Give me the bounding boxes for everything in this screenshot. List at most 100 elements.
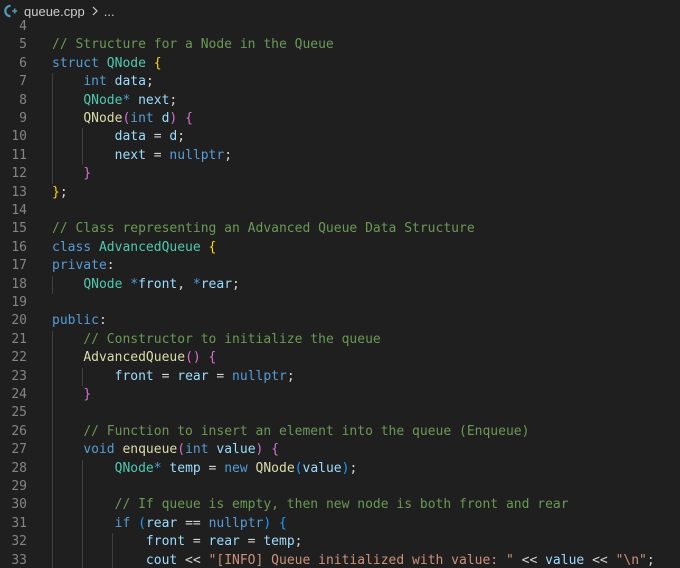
code-token: AdvancedQueue [83, 350, 186, 366]
code-text[interactable]: struct QNode { [52, 55, 162, 73]
code-line[interactable]: 17 private: [0, 257, 680, 275]
indent-guide [52, 110, 53, 129]
code-line[interactable]: 9 QNode(int d) { [0, 110, 680, 128]
breadcrumb-ellipsis[interactable]: ... [104, 4, 115, 19]
code-line[interactable]: 7 int data; [0, 73, 680, 91]
code-line[interactable]: 29 [0, 478, 680, 496]
code-line[interactable]: 30 // If queue is empty, then new node i… [0, 496, 680, 514]
code-line[interactable]: 33 cout << "[INFO] Queue initialized wit… [0, 552, 680, 568]
indent-guide [52, 275, 53, 294]
code-line[interactable]: 11 next = nullptr; [0, 147, 680, 165]
code-text[interactable]: front = rear = temp; [52, 533, 303, 551]
code-line[interactable]: 16 class AdvancedQueue { [0, 239, 680, 257]
code-line[interactable]: 23 front = rear = nullptr; [0, 368, 680, 386]
line-number: 25 [11, 405, 27, 421]
code-text[interactable]: next = nullptr; [52, 147, 232, 165]
code-text[interactable]: QNode* next; [52, 92, 177, 110]
code-line[interactable]: 25 [0, 404, 680, 422]
code-line[interactable]: 24 } [0, 386, 680, 404]
code-line[interactable]: 8 QNode* next; [0, 92, 680, 110]
code-token: * [153, 460, 162, 476]
indent-guide [81, 146, 83, 166]
code-line[interactable]: 4 [0, 18, 680, 36]
code-token: QNode [83, 111, 123, 126]
code-editor[interactable]: 4 5 // Structure for a Node in the Queue 6 s… [0, 18, 680, 568]
code-line[interactable]: 19 [0, 294, 680, 312]
code-text[interactable]: void enqueue(int value) { [52, 441, 279, 459]
code-token: "\n" [615, 552, 647, 568]
code-text[interactable]: class AdvancedQueue { [52, 239, 216, 257]
code-token: == [177, 515, 209, 531]
code-token: front [138, 276, 178, 292]
code-line[interactable]: 32 front = rear = temp; [0, 533, 680, 551]
code-line[interactable]: 20 public: [0, 312, 680, 330]
line-number: 28 [11, 460, 27, 476]
indent-guide [52, 422, 53, 442]
code-text[interactable]: // If queue is empty, then new node is b… [52, 496, 569, 514]
code-line[interactable]: 14 [0, 202, 680, 220]
code-token: = [185, 534, 209, 550]
code-token: AdvancedQueue [98, 239, 201, 255]
line-number: 23 [11, 368, 27, 384]
code-line[interactable]: 26 // Function to insert an element into… [0, 423, 680, 441]
code-text[interactable]: QNode *front, *rear; [52, 276, 240, 294]
code-line[interactable]: 5 // Structure for a Node in the Queue [0, 36, 680, 54]
indent-guide [81, 551, 83, 568]
code-line[interactable]: 21 // Constructor to initialize the queu… [0, 331, 680, 349]
code-token: ; [232, 276, 240, 292]
code-text[interactable]: public: [52, 312, 107, 330]
code-line[interactable]: 31 if (rear == nullptr) { [0, 515, 680, 533]
line-number: 13 [11, 184, 27, 200]
code-text[interactable]: // Structure for a Node in the Queue [52, 36, 334, 54]
code-text[interactable]: int data; [52, 73, 153, 91]
code-token: value [545, 552, 585, 568]
indent-guide [81, 128, 83, 147]
code-text[interactable]: if (rear == nullptr) { [52, 515, 287, 533]
indent-guide [81, 496, 83, 515]
code-line[interactable]: 28 QNode* temp = new QNode(value); [0, 460, 680, 478]
code-text[interactable]: QNode* temp = new QNode(value); [52, 460, 358, 478]
code-text[interactable]: } [52, 386, 91, 404]
code-token: } [52, 184, 60, 200]
line-number: 9 [19, 111, 27, 126]
code-line[interactable]: 22 AdvancedQueue() { [0, 349, 680, 367]
code-text[interactable]: AdvancedQueue() { [52, 349, 216, 367]
code-line[interactable]: 15 // Class representing an Advanced Queu… [0, 220, 680, 238]
code-text[interactable]: }; [52, 184, 68, 202]
cpp-file-icon[interactable] [3, 4, 19, 18]
code-text[interactable]: front = rear = nullptr; [52, 368, 295, 386]
code-text[interactable]: // Class representing an Advanced Queue … [52, 220, 475, 238]
code-text[interactable]: } [52, 165, 91, 183]
breadcrumb-file-name[interactable]: queue.cpp [24, 4, 85, 19]
code-token: } [83, 387, 92, 402]
code-token: temp [263, 534, 295, 550]
code-text[interactable]: QNode(int d) { [52, 110, 193, 128]
indent-guide [111, 551, 113, 568]
line-number: 19 [11, 295, 27, 310]
code-line[interactable]: 27 void enqueue(int value) { [0, 441, 680, 459]
code-text[interactable]: private: [52, 257, 115, 275]
code-token: // Structure for a Node in the Queue [52, 37, 334, 53]
code-text[interactable]: cout << "[INFO] Queue initialized with v… [52, 552, 655, 568]
code-text[interactable]: data = d; [52, 128, 185, 146]
code-token: QNode [83, 276, 123, 292]
code-token: if [114, 515, 131, 531]
code-line[interactable]: 13}; [0, 184, 680, 202]
code-text[interactable]: // Constructor to initialize the queue [52, 331, 380, 349]
code-token: nullptr [169, 147, 225, 163]
indent-guide [52, 404, 53, 423]
code-line[interactable]: 18 QNode *front, *rear; [0, 276, 680, 294]
code-line[interactable]: 6 struct QNode { [0, 55, 680, 73]
code-text[interactable]: // Function to insert an element into th… [52, 423, 529, 441]
code-line[interactable]: 10 data = d; [0, 128, 680, 146]
code-token: { [185, 111, 193, 126]
code-line[interactable]: 12 } [0, 165, 680, 183]
code-token: rear [145, 515, 178, 531]
indent-guide [52, 165, 53, 184]
